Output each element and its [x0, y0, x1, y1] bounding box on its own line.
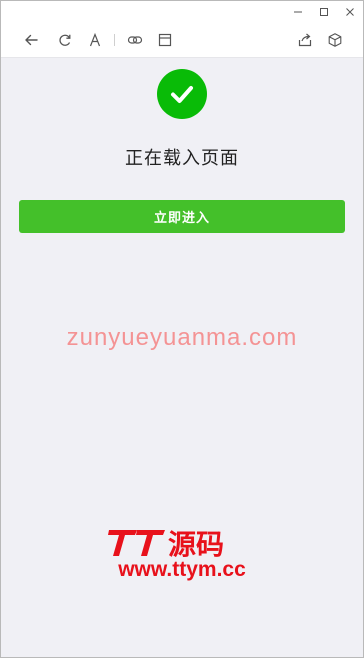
minimize-icon[interactable]: [285, 1, 311, 23]
svg-text:源码: 源码: [168, 528, 224, 561]
app-window: 正在载入页面 立即进入 zunyueyuanma.com 源码 www.ttym…: [0, 0, 364, 658]
status-text: 正在载入页面: [125, 148, 239, 169]
enter-now-button[interactable]: 立即进入: [19, 200, 345, 233]
success-check-icon: [157, 69, 207, 119]
back-arrow-icon[interactable]: [19, 28, 43, 52]
window-icon[interactable]: [153, 28, 177, 52]
watermark-logo: 源码: [108, 528, 224, 561]
share-icon[interactable]: [293, 28, 317, 52]
close-icon[interactable]: [337, 1, 363, 23]
toolbar-divider: [114, 34, 115, 46]
font-size-icon[interactable]: [83, 28, 107, 52]
link-icon[interactable]: [123, 28, 147, 52]
browser-toolbar: [1, 23, 363, 58]
watermark-domain: zunyueyuanma.com: [66, 324, 298, 351]
maximize-icon[interactable]: [311, 1, 337, 23]
watermark-url: www.ttym.cc: [118, 558, 246, 581]
cube-icon[interactable]: [323, 28, 347, 52]
page-content: 正在载入页面 立即进入 zunyueyuanma.com 源码 www.ttym…: [1, 58, 363, 657]
refresh-icon[interactable]: [53, 28, 77, 52]
title-bar: [1, 1, 363, 23]
